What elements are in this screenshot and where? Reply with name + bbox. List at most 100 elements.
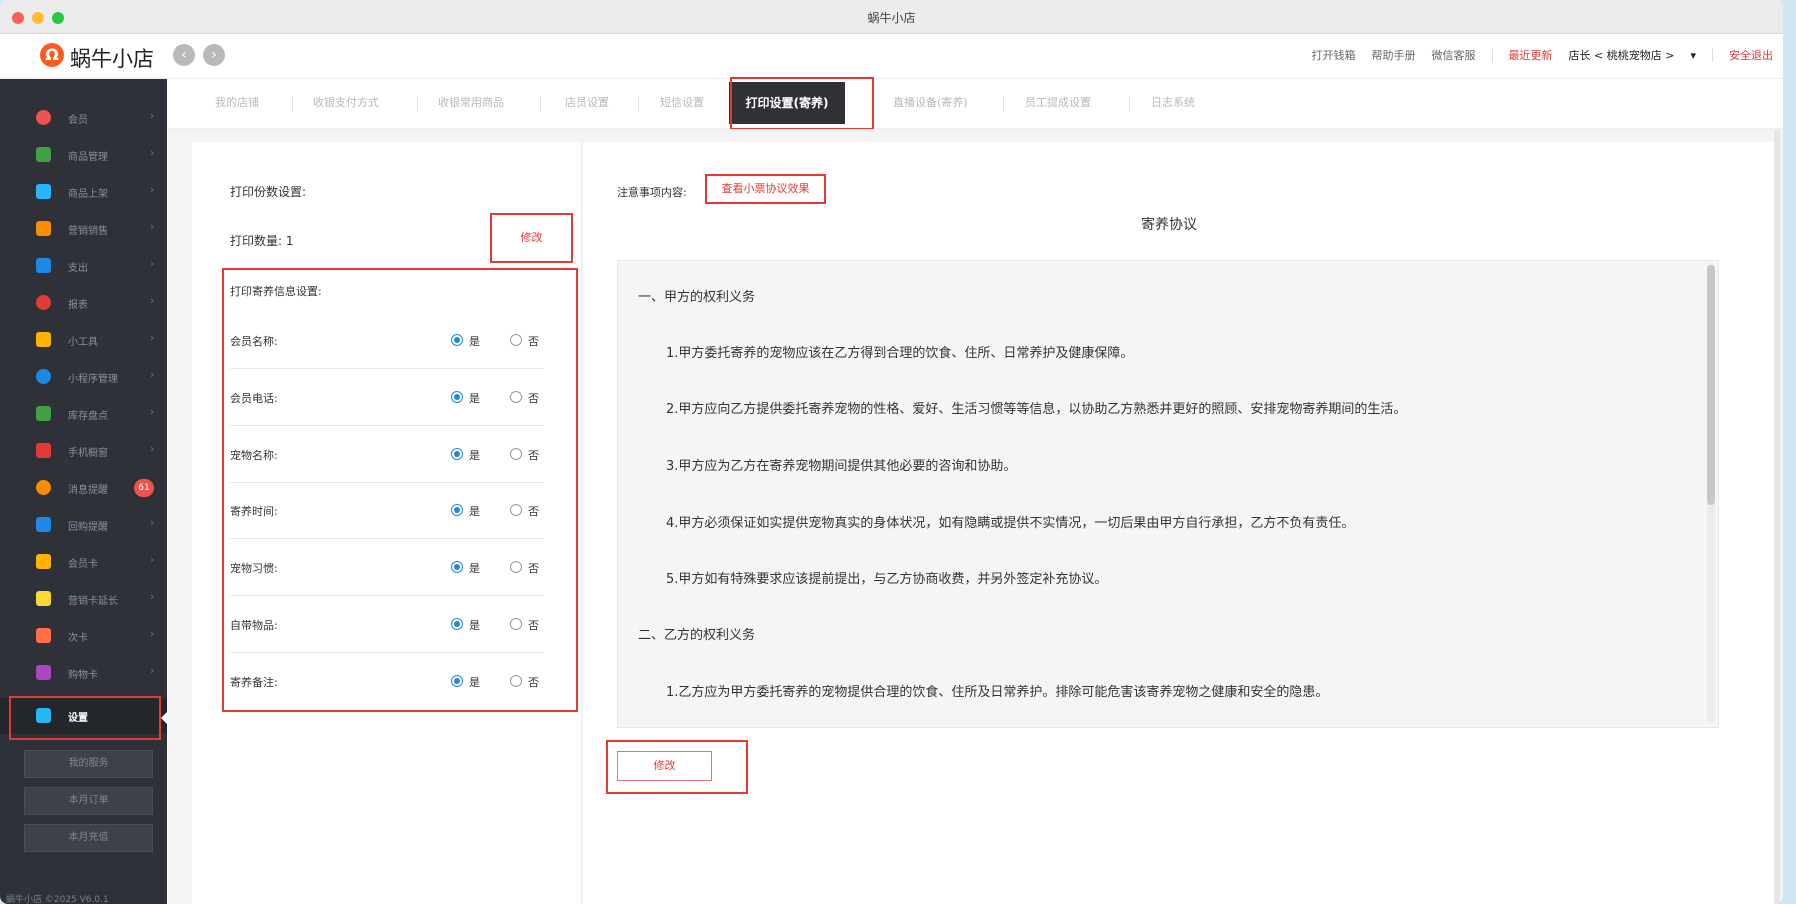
no-radio[interactable]	[510, 675, 522, 687]
yes-radio[interactable]	[451, 618, 463, 630]
active-pointer-icon	[161, 711, 168, 725]
tab-common-goods[interactable]: 收银常用商品	[438, 94, 504, 110]
tab-log-system[interactable]: 日志系统	[1151, 94, 1195, 110]
no-label: 否	[528, 562, 539, 575]
sidebar-item-label: 营销销售	[68, 226, 108, 237]
yes-radio[interactable]	[451, 448, 463, 460]
yes-label: 是	[469, 392, 480, 405]
edit-agreement-button[interactable]: 修改	[617, 751, 712, 781]
sidebar-item-tools[interactable]: 小工具 ›	[0, 322, 167, 358]
sidebar-item-card-extend[interactable]: 营销卡延长 ›	[0, 581, 167, 617]
no-radio[interactable]	[510, 334, 522, 346]
sidebar-item-times-card[interactable]: 次卡 ›	[0, 618, 167, 654]
sidebar-item-inventory[interactable]: 库存盘点 ›	[0, 396, 167, 432]
tab-commission-settings[interactable]: 员工提成设置	[1025, 94, 1091, 110]
sidebar-item-label: 支出	[68, 263, 88, 274]
sidebar-item-label: 小工具	[68, 337, 98, 348]
scrollbar-thumb[interactable]	[1707, 265, 1715, 505]
chevron-right-icon: ›	[150, 405, 155, 418]
copies-section-title: 打印份数设置:	[230, 185, 307, 199]
logout-link[interactable]: 安全退出	[1729, 47, 1773, 63]
sidebar-item-mini-program[interactable]: 小程序管理 ›	[0, 359, 167, 395]
option-label: 寄养备注:	[230, 676, 278, 689]
sidebar-item-label: 手机橱窗	[68, 448, 108, 459]
yes-radio[interactable]	[451, 504, 463, 516]
member-icon	[36, 110, 51, 125]
tools-icon	[36, 332, 51, 347]
agreement-textarea[interactable]: 一、甲方的权利义务 1.甲方委托寄养的宠物应该在乙方得到合理的饮食、住所、日常养…	[617, 260, 1719, 728]
no-label: 否	[528, 392, 539, 405]
title-bar: 蜗牛小店	[0, 0, 1783, 34]
forward-icon[interactable]: ›	[203, 44, 225, 66]
print-option-row: 自带物品: 是 否	[230, 597, 544, 653]
page-scrollbar[interactable]	[1774, 130, 1780, 904]
monthly-orders-button[interactable]: 本月订单	[24, 787, 153, 815]
yes-radio[interactable]	[451, 334, 463, 346]
chevron-right-icon: ›	[150, 368, 155, 381]
print-option-row: 会员名称: 是 否	[230, 313, 544, 369]
sidebar-item-expense[interactable]: 支出 ›	[0, 248, 167, 284]
chevron-right-icon: ›	[150, 627, 155, 640]
tab-sms-settings[interactable]: 短信设置	[660, 94, 704, 110]
yes-radio[interactable]	[451, 561, 463, 573]
wechat-support-link[interactable]: 微信客服	[1432, 47, 1476, 63]
sidebar-item-product-management[interactable]: 商品管理 ›	[0, 137, 167, 173]
divider	[417, 97, 418, 111]
preview-receipt-link[interactable]: 查看小票协议效果	[705, 174, 826, 204]
help-manual-link[interactable]: 帮助手册	[1372, 47, 1416, 63]
sidebar-item-label: 消息提醒	[68, 485, 108, 496]
sidebar-item-repurchase[interactable]: 回购提醒 ›	[0, 507, 167, 543]
edit-quantity-button[interactable]: 修改	[490, 213, 573, 263]
no-radio[interactable]	[510, 618, 522, 630]
sidebar-item-marketing[interactable]: 营销销售 ›	[0, 211, 167, 247]
chevron-right-icon: ›	[150, 294, 155, 307]
sidebar-item-label: 会员	[68, 115, 88, 126]
yes-label: 是	[469, 562, 480, 575]
print-quantity-label: 打印数量: 1	[230, 234, 294, 248]
tab-payment-methods[interactable]: 收银支付方式	[313, 94, 379, 110]
agreement-item: 1.乙方应为甲方委托寄养的宠物提供合理的饮食、住所及日常养护。排除可能危害该寄养…	[666, 685, 1329, 700]
yes-label: 是	[469, 676, 480, 689]
no-radio[interactable]	[510, 391, 522, 403]
no-radio[interactable]	[510, 448, 522, 460]
divider	[292, 97, 293, 111]
sidebar-item-report[interactable]: 报表 ›	[0, 285, 167, 321]
chevron-right-icon: ›	[150, 109, 155, 122]
monthly-recharge-button[interactable]: 本月充值	[24, 824, 153, 852]
latest-update-link[interactable]: 最近更新	[1509, 47, 1553, 63]
sidebar-item-member[interactable]: 会员 ›	[0, 100, 167, 136]
divider	[1003, 97, 1004, 111]
settings-tabs: 我的店铺 收银支付方式 收银常用商品 店员设置 短信设置 打印设置(寄养) 直播…	[168, 79, 1783, 129]
inventory-icon	[36, 406, 51, 421]
print-option-row: 寄养时间: 是 否	[230, 483, 544, 539]
store-selector[interactable]: 店长 < 桃桃宠物店 >	[1569, 47, 1675, 63]
sidebar-item-mobile-showcase[interactable]: 手机橱窗 ›	[0, 433, 167, 469]
divider	[1491, 48, 1493, 62]
sidebar-item-member-card[interactable]: 会员卡 ›	[0, 544, 167, 580]
agreement-item: 2.甲方应向乙方提供委托寄养宠物的性格、爱好、生活习惯等等信息，以协助乙方熟悉并…	[666, 402, 1407, 417]
sidebar-item-label: 报表	[68, 300, 88, 311]
tab-staff-settings[interactable]: 店员设置	[565, 94, 609, 110]
no-radio[interactable]	[510, 504, 522, 516]
yes-radio[interactable]	[451, 391, 463, 403]
expense-icon	[36, 258, 51, 273]
agreement-title: 寄养协议	[1141, 217, 1197, 233]
sidebar-item-shopping-card[interactable]: 购物卡 ›	[0, 655, 167, 691]
yes-radio[interactable]	[451, 675, 463, 687]
chevron-right-icon: ›	[150, 257, 155, 270]
sidebar-item-messages[interactable]: 消息提醒 61	[0, 470, 167, 506]
sidebar-item-label: 回购提醒	[68, 522, 108, 533]
my-service-button[interactable]: 我的服务	[24, 750, 153, 778]
print-option-row: 会员电话: 是 否	[230, 370, 544, 426]
chevron-down-icon[interactable]: ▾	[1690, 49, 1696, 62]
sidebar-item-label: 会员卡	[68, 559, 98, 570]
print-info-title: 打印寄养信息设置:	[230, 285, 322, 298]
tab-my-store[interactable]: 我的店铺	[215, 94, 259, 110]
sidebar-item-product-listing[interactable]: 商品上架 ›	[0, 174, 167, 210]
back-icon[interactable]: ‹	[173, 44, 195, 66]
open-cash-drawer-link[interactable]: 打开钱箱	[1312, 47, 1356, 63]
window-title: 蜗牛小店	[867, 11, 916, 25]
no-radio[interactable]	[510, 561, 522, 573]
tab-live-device-boarding[interactable]: 直播设备(寄养)	[893, 94, 968, 110]
agreement-item: 4.甲方必须保证如实提供宠物真实的身体状况，如有隐瞒或提供不实情况，一切后果由甲…	[666, 516, 1355, 531]
